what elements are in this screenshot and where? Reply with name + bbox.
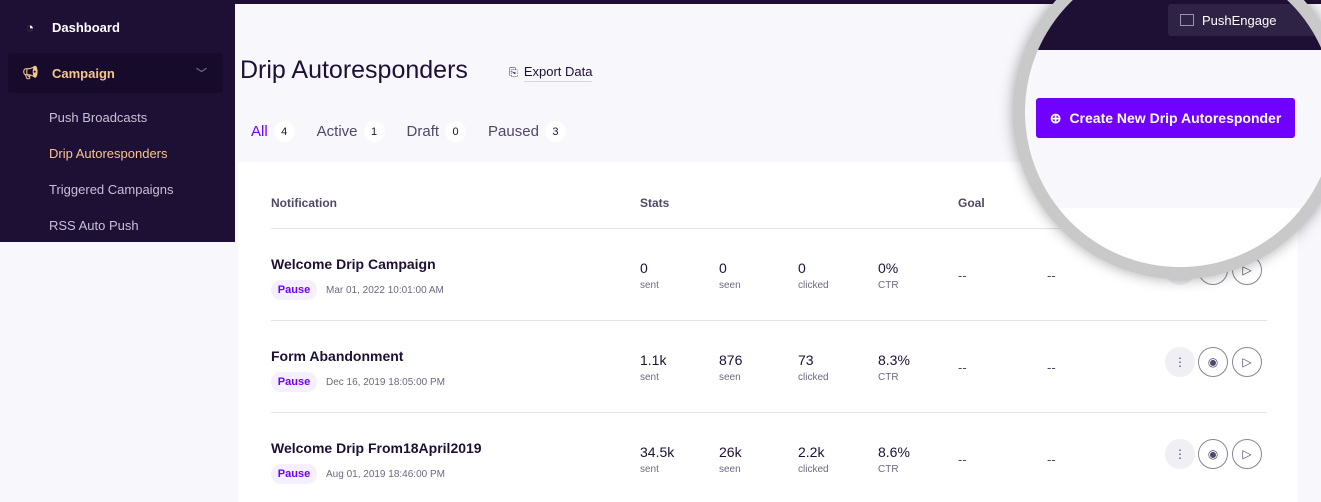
sidebar-item-push-broadcasts[interactable]: Push Broadcasts — [49, 110, 147, 125]
tab-label: Draft — [406, 123, 440, 140]
export-label: Export Data — [523, 64, 593, 82]
sidebar-label: Campaign — [52, 65, 115, 81]
header-stats: Stats — [640, 196, 670, 210]
stat-value: 0 — [640, 260, 648, 276]
goal-value: -- — [1047, 452, 1056, 467]
sidebar-label: Dashboard — [52, 19, 120, 35]
stat-label: CTR — [878, 372, 899, 383]
play-icon: ▷ — [1242, 447, 1252, 461]
preview-button[interactable]: ◉ — [1198, 439, 1228, 469]
row-date: Dec 16, 2019 18:05:00 PM — [326, 377, 445, 388]
status-badge[interactable]: Pause — [271, 280, 317, 300]
stat-value: 1.1k — [640, 352, 667, 368]
more-vertical-icon: ⋮ — [1174, 447, 1186, 461]
eye-icon: ◉ — [1207, 447, 1219, 461]
count-badge: 3 — [544, 121, 566, 142]
row-name[interactable]: Welcome Drip Campaign — [271, 256, 436, 272]
row-date: Aug 01, 2019 18:46:00 PM — [326, 469, 445, 480]
divider — [271, 320, 1267, 321]
sidebar-item-rss-auto-push[interactable]: RSS Auto Push — [49, 218, 139, 233]
stat-label: clicked — [798, 280, 829, 291]
megaphone-icon: 📢︎ — [22, 65, 39, 80]
stat-label: clicked — [798, 372, 829, 383]
sidebar-item-dashboard[interactable]: ◔ Dashboard — [8, 7, 223, 47]
account-name: PushEngage — [1202, 12, 1277, 28]
more-vertical-icon: ⋮ — [1174, 355, 1186, 369]
stat-value: 0 — [719, 260, 727, 276]
tab-paused[interactable]: Paused 3 — [488, 121, 566, 142]
goal-value: -- — [958, 452, 967, 467]
tab-active[interactable]: Active 1 — [317, 121, 385, 142]
stat-label: seen — [719, 280, 741, 291]
stat-label: CTR — [878, 464, 899, 475]
window-icon — [1180, 14, 1194, 26]
preview-button[interactable]: ◉ — [1198, 347, 1228, 377]
status-badge[interactable]: Pause — [271, 372, 317, 392]
stat-value: 73 — [798, 352, 814, 368]
stat-label: seen — [719, 464, 741, 475]
tab-label: Active — [316, 123, 358, 140]
stat-label: seen — [719, 372, 741, 383]
goal-value: -- — [1047, 268, 1056, 283]
header-goal: Goal — [958, 196, 985, 210]
row-name[interactable]: Form Abandonment — [271, 348, 403, 364]
stat-value: 2.2k — [798, 444, 825, 460]
stat-label: CTR — [878, 280, 899, 291]
sidebar-item-triggered-campaigns[interactable]: Triggered Campaigns — [49, 182, 174, 197]
magnifier-overlay: PushEngage ⊕ Create New Drip Autoresponde… — [1013, 0, 1321, 279]
stat-value: 8.6% — [878, 444, 910, 460]
stat-value: 0% — [878, 260, 899, 276]
more-button[interactable]: ⋮ — [1165, 439, 1195, 469]
header-notification: Notification — [271, 196, 337, 210]
create-drip-button[interactable]: ⊕ Create New Drip Autoresponder — [1036, 98, 1295, 138]
stat-value: 26k — [719, 444, 742, 460]
dashboard-icon: ◔ — [26, 19, 34, 35]
play-button[interactable]: ▷ — [1232, 439, 1262, 469]
sidebar-item-drip-autoresponders[interactable]: Drip Autoresponders — [49, 146, 168, 161]
status-badge[interactable]: Pause — [271, 464, 317, 484]
status-tabs: All 4 Active 1 Draft 0 Paused 3 — [251, 121, 566, 142]
sidebar: ◔ Dashboard 📢︎ Campaign ﹀ Push Broadcasts D… — [0, 0, 235, 242]
row-date: Mar 01, 2022 10:01:00 AM — [326, 285, 444, 296]
stat-value: 8.3% — [878, 352, 910, 368]
goal-value: -- — [958, 360, 967, 375]
count-badge: 0 — [445, 121, 467, 142]
create-label: Create New Drip Autoresponder — [1069, 110, 1282, 126]
count-badge: 1 — [363, 121, 385, 142]
chevron-down-icon: ﹀ — [196, 68, 207, 80]
tab-all[interactable]: All 4 — [251, 121, 295, 142]
row-name[interactable]: Welcome Drip From18April2019 — [271, 440, 482, 456]
stat-label: clicked — [798, 464, 829, 475]
plus-circle-icon: ⊕ — [1049, 109, 1062, 126]
goal-value: -- — [958, 268, 967, 283]
account-switcher[interactable]: PushEngage — [1168, 4, 1321, 36]
eye-icon: ◉ — [1207, 355, 1219, 369]
export-data-button[interactable]: ⎘ Export Data — [509, 64, 593, 82]
stat-value: 34.5k — [640, 444, 675, 460]
stat-label: sent — [640, 464, 659, 475]
count-badge: 4 — [273, 121, 295, 142]
more-button[interactable]: ⋮ — [1165, 347, 1195, 377]
page-title: Drip Autoresponders — [240, 56, 468, 84]
tab-label: Paused — [488, 123, 539, 140]
tab-label: All — [251, 123, 268, 140]
stat-label: sent — [640, 372, 659, 383]
sidebar-item-campaign[interactable]: 📢︎ Campaign ﹀ — [8, 53, 223, 93]
divider — [271, 412, 1267, 413]
stat-value: 876 — [719, 352, 743, 368]
goal-value: -- — [1047, 360, 1056, 375]
stat-label: sent — [640, 280, 659, 291]
tab-draft[interactable]: Draft 0 — [407, 121, 467, 142]
play-icon: ▷ — [1242, 355, 1252, 369]
play-button[interactable]: ▷ — [1232, 347, 1262, 377]
export-icon: ⎘ — [509, 66, 518, 79]
stat-value: 0 — [798, 260, 806, 276]
